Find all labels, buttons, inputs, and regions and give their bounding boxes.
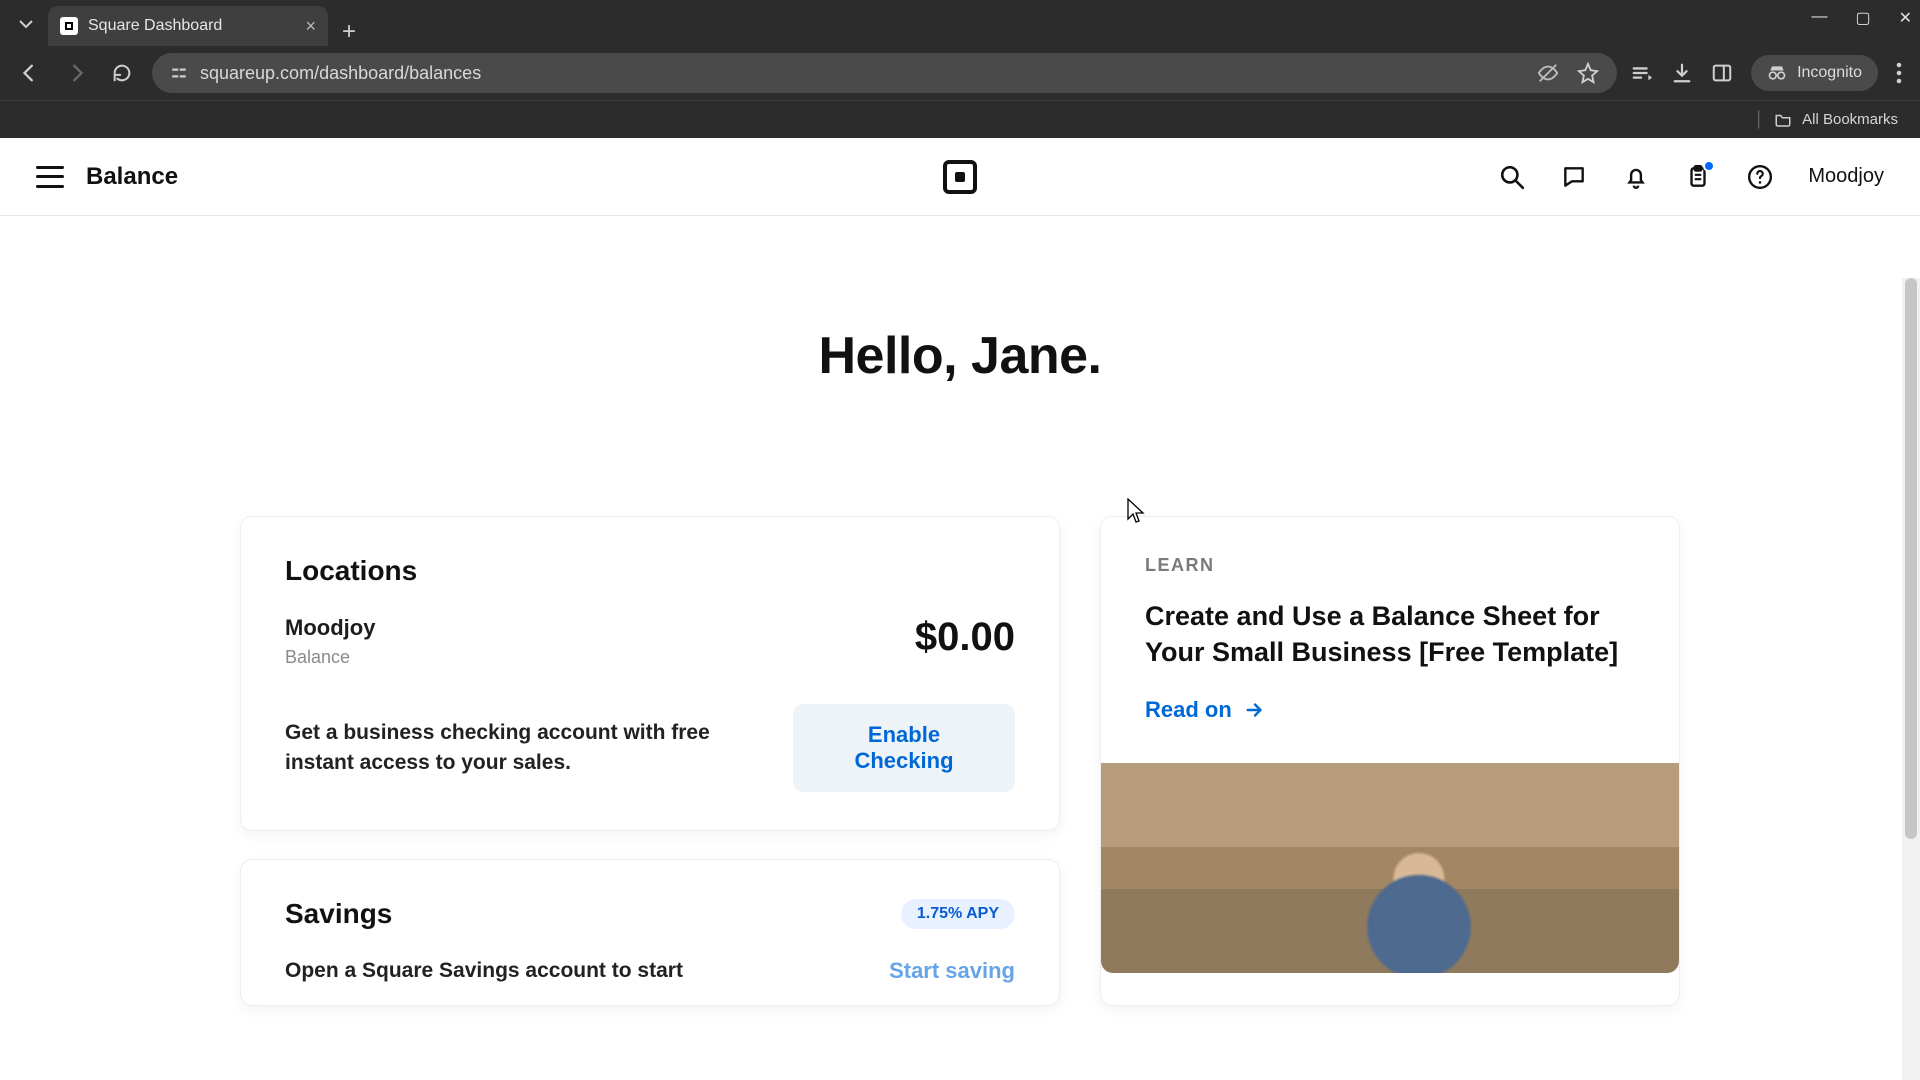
location-row[interactable]: Moodjoy Balance $0.00 [285,615,1015,668]
incognito-label: Incognito [1797,64,1862,82]
maximize-button[interactable]: ▢ [1855,8,1870,28]
reload-icon [111,62,133,84]
learn-card-image [1101,763,1679,973]
learn-title: Create and Use a Balance Sheet for Your … [1145,598,1635,671]
downloads-icon[interactable] [1671,62,1693,84]
locations-title: Locations [285,555,1015,587]
tab-strip: Square Dashboard × + — ▢ ✕ [0,0,1920,46]
savings-title: Savings [285,898,392,930]
learn-eyebrow: LEARN [1145,555,1635,576]
greeting-heading: Hello, Jane. [819,326,1102,386]
bookmarks-bar: │ All Bookmarks [0,100,1920,138]
start-saving-link[interactable]: Start saving [889,958,1015,984]
all-bookmarks-button[interactable]: All Bookmarks [1802,111,1898,128]
locations-card: Locations Moodjoy Balance $0.00 Get a bu… [240,516,1060,831]
scroollbar-thumb[interactable] [1905,278,1917,839]
url-text: squareup.com/dashboard/balances [200,63,481,84]
search-icon [1499,164,1525,190]
content-area: Hello, Jane. Locations Moodjoy Balance $… [0,216,1920,1006]
app-header: Balance Moodjoy [0,138,1920,216]
app-page: Balance Moodjoy Hello, Jane. [0,138,1920,1080]
tabs-dropdown-button[interactable] [8,6,44,42]
apy-badge: 1.75% APY [901,899,1015,929]
reload-button[interactable] [106,57,138,89]
browser-chrome: Square Dashboard × + — ▢ ✕ squareup.com/… [0,0,1920,138]
browser-menu-button[interactable] [1896,62,1902,84]
arrow-right-icon [1244,699,1266,721]
search-button[interactable] [1498,163,1526,191]
cards-row: Locations Moodjoy Balance $0.00 Get a bu… [240,516,1680,1006]
toolbar-right-cluster: Incognito [1631,55,1906,91]
left-column: Locations Moodjoy Balance $0.00 Get a bu… [240,516,1060,1006]
site-settings-icon[interactable] [170,64,188,82]
site-favicon [60,17,78,35]
chat-icon [1561,164,1587,190]
incognito-indicator[interactable]: Incognito [1751,55,1878,91]
star-icon[interactable] [1577,62,1599,84]
incognito-icon [1767,63,1787,83]
nav-forward-button[interactable] [60,57,92,89]
locations-cta-text: Get a business checking account with fre… [285,718,765,779]
notification-badge [1703,160,1715,172]
read-on-label: Read on [1145,697,1232,723]
arrow-left-icon [19,62,41,84]
tasks-button[interactable] [1684,163,1712,191]
vertical-scrollbar[interactable] [1902,278,1920,1080]
location-sublabel: Balance [285,647,375,668]
close-window-button[interactable]: ✕ [1899,8,1912,28]
arrow-right-icon [65,62,87,84]
side-panel-icon[interactable] [1711,62,1733,84]
location-balance-amount: $0.00 [915,615,1015,660]
eye-off-icon[interactable] [1537,62,1559,84]
savings-body-text: Open a Square Savings account to start [285,956,683,985]
nav-back-button[interactable] [14,57,46,89]
enable-checking-button[interactable]: Enable Checking [793,704,1015,792]
minimize-button[interactable]: — [1811,8,1827,28]
header-actions: Moodjoy [1498,163,1884,191]
tab-title: Square Dashboard [88,17,295,35]
chevron-down-icon [18,16,34,32]
browser-tab[interactable]: Square Dashboard × [48,6,328,46]
notifications-button[interactable] [1622,163,1650,191]
menu-button[interactable] [36,166,64,188]
location-name: Moodjoy [285,615,375,641]
learn-card: LEARN Create and Use a Balance Sheet for… [1100,516,1680,1006]
account-menu[interactable]: Moodjoy [1808,165,1884,188]
address-bar: squareup.com/dashboard/balances Incognit… [0,46,1920,100]
bell-icon [1623,164,1649,190]
close-tab-button[interactable]: × [305,16,316,37]
read-on-link[interactable]: Read on [1145,697,1635,723]
new-tab-button[interactable]: + [328,18,370,46]
help-icon [1747,164,1773,190]
help-button[interactable] [1746,163,1774,191]
window-controls: — ▢ ✕ [1811,8,1912,28]
square-logo-icon[interactable] [943,160,977,194]
media-controls-icon[interactable] [1631,62,1653,84]
savings-card: Savings 1.75% APY Open a Square Savings … [240,859,1060,1006]
url-field[interactable]: squareup.com/dashboard/balances [152,53,1617,93]
page-title: Balance [86,163,178,191]
messages-button[interactable] [1560,163,1588,191]
folder-icon [1774,111,1792,129]
locations-cta-row: Get a business checking account with fre… [285,704,1015,792]
